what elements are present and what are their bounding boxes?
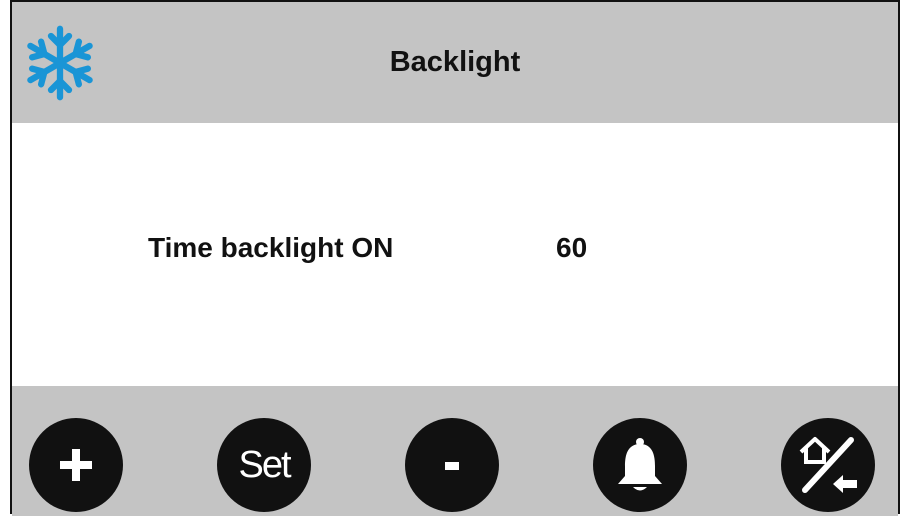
- page-title: Backlight: [389, 46, 521, 78]
- header-bar: Backlight: [12, 2, 898, 123]
- alarm-button[interactable]: [593, 418, 687, 512]
- minus-button[interactable]: [405, 418, 499, 512]
- parameter-panel: Time backlight ON 60: [12, 123, 898, 386]
- set-button[interactable]: Set: [217, 418, 311, 512]
- parameter-value[interactable]: 60: [556, 232, 587, 264]
- device-screen: Backlight Time backlight ON 60 Set: [10, 0, 900, 516]
- plus-icon: [56, 445, 96, 485]
- minus-icon: [442, 445, 462, 485]
- button-bar: Set: [12, 386, 898, 516]
- set-icon: Set: [238, 443, 291, 486]
- home-back-button[interactable]: [781, 418, 875, 512]
- bell-icon: [613, 436, 667, 494]
- parameter-label: Time backlight ON: [148, 232, 394, 263]
- plus-button[interactable]: [29, 418, 123, 512]
- home-back-icon: [791, 428, 865, 502]
